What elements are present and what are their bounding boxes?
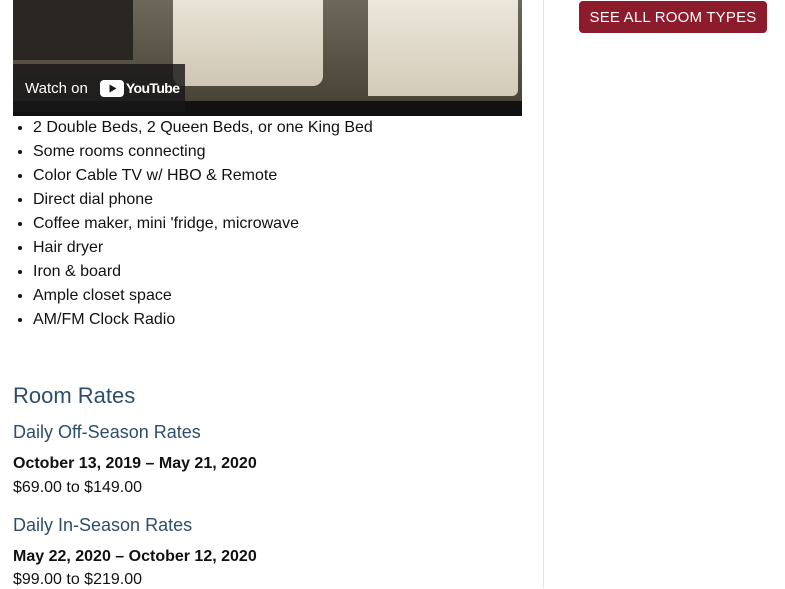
see-all-room-types-button[interactable]: SEE ALL ROOM TYPES (579, 1, 767, 33)
youtube-play-icon (99, 79, 124, 97)
list-item: Coffee maker, mini 'fridge, microwave (33, 212, 373, 236)
embedded-video[interactable]: Watch on YouTube (13, 0, 522, 116)
list-item: Hair dryer (33, 236, 373, 260)
youtube-logo: YouTube (99, 79, 180, 97)
room-rates-heading: Room Rates (13, 383, 136, 408)
amenities-list: 2 Double Beds, 2 Queen Beds, or one King… (13, 116, 373, 332)
youtube-wordmark: YouTube (125, 80, 180, 96)
off-season-rates-heading: Daily Off-Season Rates (13, 422, 201, 442)
watch-on-label: Watch on (25, 79, 88, 97)
in-season-dates: May 22, 2020 – October 12, 2020 (13, 548, 257, 565)
list-item: Iron & board (33, 260, 373, 284)
in-season-rates-heading: Daily In-Season Rates (13, 515, 193, 535)
list-item: Direct dial phone (33, 188, 373, 212)
thumbnail-bed (173, 0, 323, 86)
off-season-price: $69.00 to $149.00 (13, 479, 143, 496)
list-item: 2 Double Beds, 2 Queen Beds, or one King… (33, 116, 373, 140)
off-season-dates: October 13, 2019 – May 21, 2020 (13, 455, 257, 472)
watch-on-youtube-button[interactable]: Watch on YouTube (13, 64, 185, 112)
thumbnail-bed (368, 0, 518, 96)
column-divider (543, 0, 544, 588)
list-item: AM/FM Clock Radio (33, 308, 373, 332)
list-item: Color Cable TV w/ HBO & Remote (33, 164, 373, 188)
list-item: Some rooms connecting (33, 140, 373, 164)
list-item: Ample closet space (33, 284, 373, 308)
thumbnail-desk (13, 0, 133, 60)
in-season-price: $99.00 to $219.00 (13, 571, 143, 588)
